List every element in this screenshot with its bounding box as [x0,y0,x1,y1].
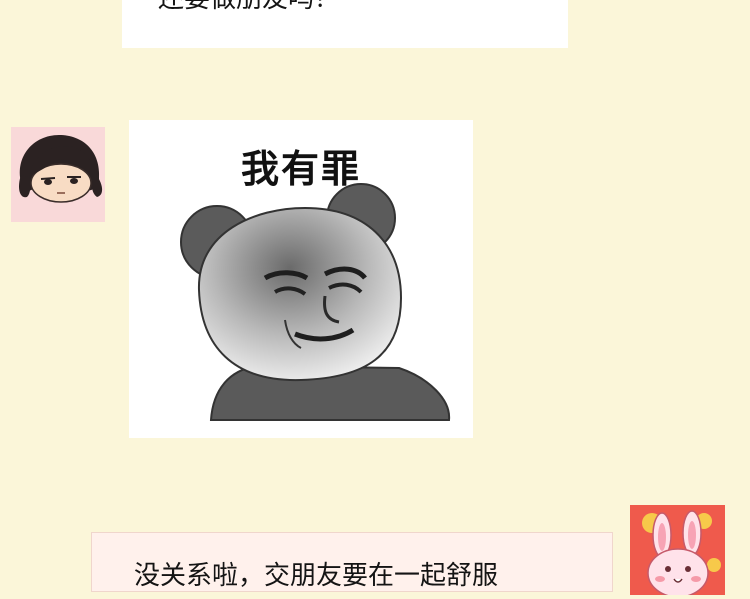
message-text: 还要做朋友吗？ [158,0,340,12]
message-text: 没关系啦，交朋友要在一起舒服 [134,561,499,591]
panda-head-meme [180,183,451,421]
avatar-left[interactable] [11,127,105,222]
message-bubble-bottom: 没关系啦，交朋友要在一起舒服 [91,532,613,592]
pink-rabbit-icon [642,510,721,598]
girl-face-icon [19,135,103,203]
message-bubble-top: 还要做朋友吗？ [122,0,568,48]
panda-meme-image[interactable]: 我有罪 [129,120,473,438]
avatar-right[interactable] [630,505,725,598]
